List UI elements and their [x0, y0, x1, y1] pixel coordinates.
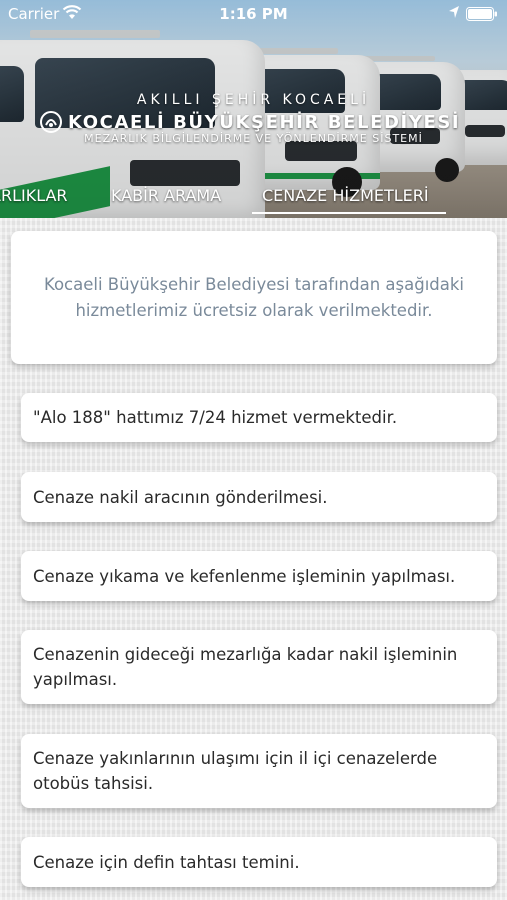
tab-bar: ARLIKLAR KABİR ARAMA CENAZE HİZMETLERİ	[0, 184, 507, 216]
location-arrow-icon	[449, 6, 459, 18]
tab-kabir-arama[interactable]: KABİR ARAMA	[111, 184, 221, 214]
service-card: Cenazenin gideceği mezarlığa kadar nakil…	[21, 630, 497, 704]
service-text: Cenaze nakil aracının gönderilmesi.	[33, 487, 328, 507]
service-card: Cenaze yakınlarının ulaşımı için il içi …	[21, 734, 497, 808]
status-time: 1:16 PM	[219, 5, 288, 23]
service-card: Cenaze yıkama ve kefenlenme işleminin ya…	[21, 551, 497, 601]
tab-mezarliklar[interactable]: ARLIKLAR	[0, 184, 68, 214]
tab-cenaze-hizmetleri[interactable]: CENAZE HİZMETLERİ	[262, 184, 429, 214]
intro-card: Kocaeli Büyükşehir Belediyesi tarafından…	[11, 231, 497, 364]
header-title: KOCAELİ BÜYÜKŞEHİR BELEDİYESİ	[68, 111, 461, 133]
service-text: Cenaze yakınlarının ulaşımı için il içi …	[33, 749, 438, 793]
municipality-logo-icon	[40, 111, 62, 133]
status-bar: Carrier 1:16 PM	[0, 0, 507, 28]
intro-text: Kocaeli Büyükşehir Belediyesi tarafından…	[43, 274, 465, 320]
service-card: "Alo 188" hattımız 7/24 hizmet vermekted…	[21, 393, 497, 442]
service-text: Cenazenin gideceği mezarlığa kadar nakil…	[33, 645, 458, 689]
service-text: "Alo 188" hattımız 7/24 hizmet vermekted…	[33, 408, 398, 427]
service-text: Cenaze için defin tahtası temini.	[33, 852, 300, 872]
service-card: Cenaze nakil aracının gönderilmesi.	[21, 472, 497, 522]
header-caption: MEZARLIK BİLGİLENDİRME VE YÖNLENDİRME Sİ…	[84, 132, 423, 145]
battery-icon	[466, 7, 497, 21]
service-text: Cenaze yıkama ve kefenlenme işleminin ya…	[33, 566, 456, 586]
service-card: Cenaze için defin tahtası temini.	[21, 837, 497, 887]
active-tab-indicator	[252, 212, 446, 214]
header-title-row: KOCAELİ BÜYÜKŞEHİR BELEDİYESİ	[40, 110, 500, 134]
header-subtitle: AKILLI ŞEHİR KOCAELİ	[136, 92, 371, 108]
